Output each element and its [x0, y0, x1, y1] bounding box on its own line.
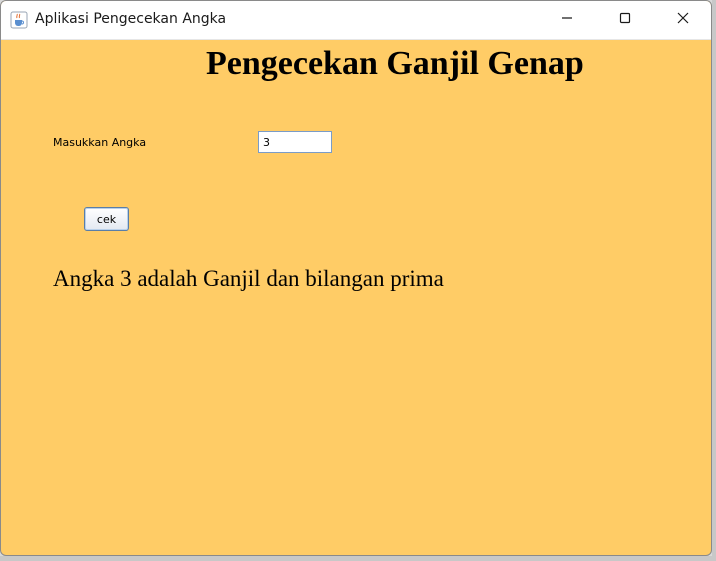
maximize-button[interactable] — [596, 1, 654, 39]
background-desktop-bottom — [0, 556, 716, 561]
java-cup-icon — [10, 11, 28, 29]
maximize-icon — [619, 11, 631, 29]
close-button[interactable] — [654, 1, 711, 39]
window-title: Aplikasi Pengecekan Angka — [35, 11, 227, 27]
title-bar[interactable]: Aplikasi Pengecekan Angka — [1, 1, 711, 40]
cek-button[interactable]: cek — [84, 207, 129, 231]
minimize-button[interactable] — [538, 1, 596, 39]
background-desktop-right — [712, 0, 716, 561]
close-icon — [677, 11, 689, 29]
app-window: Aplikasi Pengecekan Angka Pengecekan Gan… — [0, 0, 712, 556]
minimize-icon — [561, 11, 573, 29]
number-input-label: Masukkan Angka — [53, 136, 147, 149]
result-label: Angka 3 adalah Ganjil dan bilangan prima — [53, 266, 444, 291]
number-input[interactable] — [258, 131, 332, 153]
page-title: Pengecekan Ganjil Genap — [206, 45, 584, 82]
